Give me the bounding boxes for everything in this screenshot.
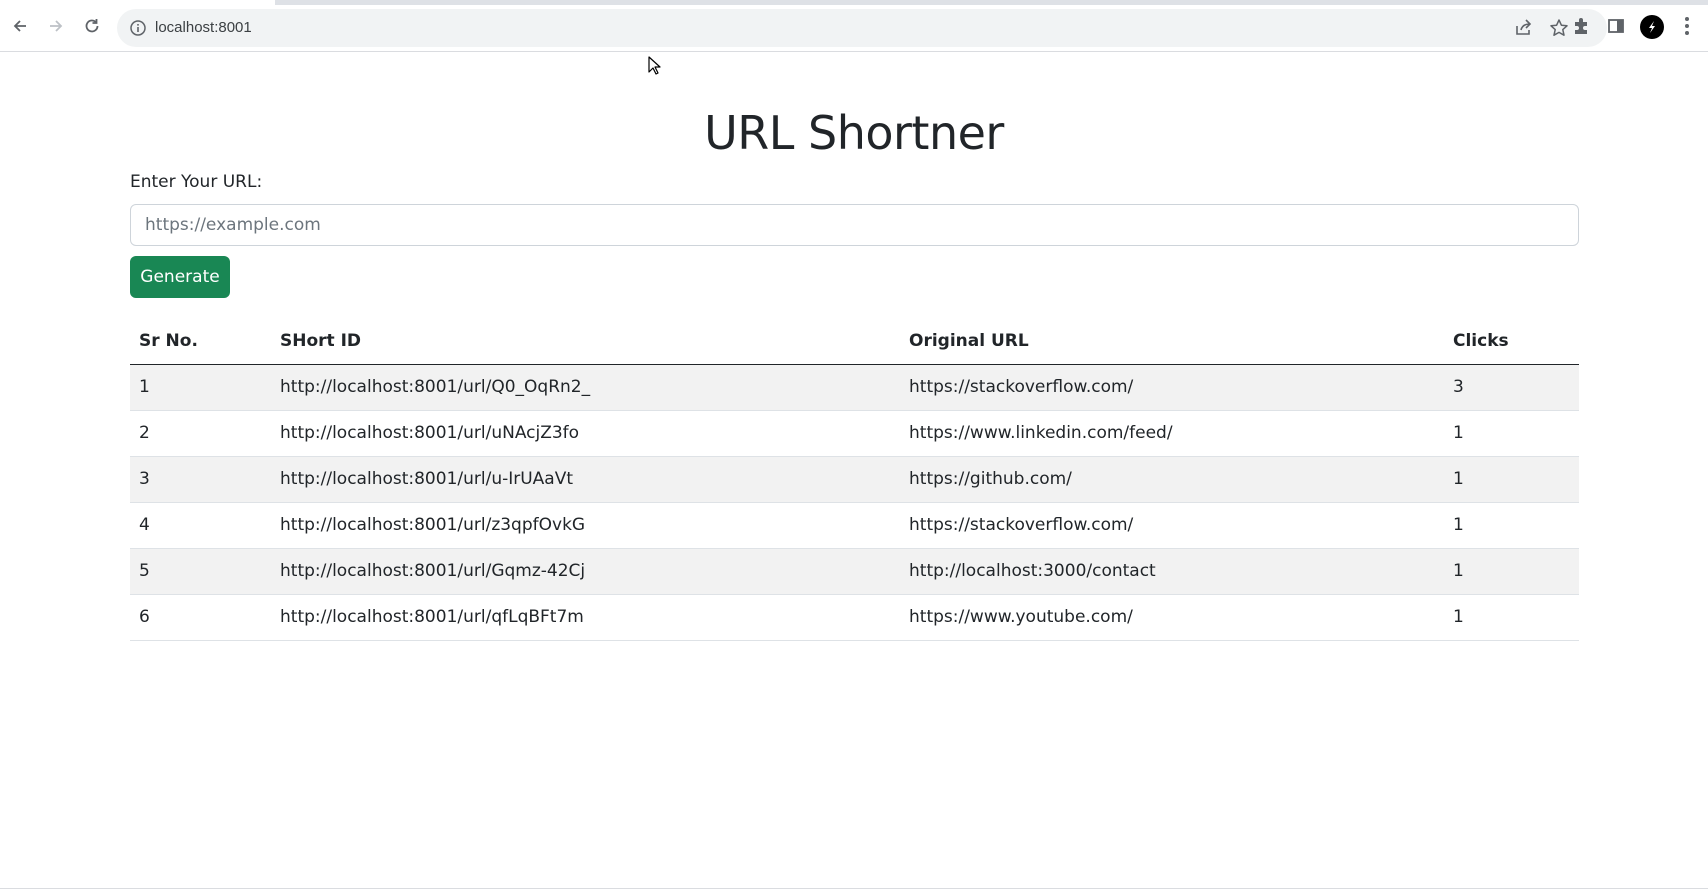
cell-short-id: http://localhost:8001/url/z3qpfOvkG <box>271 502 900 549</box>
table-row: 4 http://localhost:8001/url/z3qpfOvkG ht… <box>130 502 1579 549</box>
cell-clicks: 1 <box>1444 502 1579 549</box>
tab-strip-edge <box>275 0 1708 5</box>
cell-original-url: https://stackoverflow.com/ <box>900 502 1444 549</box>
cell-clicks: 3 <box>1444 364 1579 411</box>
cell-short-id: http://localhost:8001/url/uNAcjZ3fo <box>271 410 900 457</box>
cell-clicks: 1 <box>1444 410 1579 457</box>
generate-button[interactable]: Generate <box>130 256 230 298</box>
bookmark-star-icon[interactable] <box>1549 18 1569 38</box>
address-bar[interactable]: localhost:8001 <box>117 9 1607 47</box>
table-row: 1 http://localhost:8001/url/Q0_OqRn2_ ht… <box>130 364 1579 411</box>
site-info-icon[interactable] <box>129 19 147 37</box>
reload-button[interactable] <box>79 13 105 39</box>
reload-icon <box>85 19 99 33</box>
profile-avatar[interactable] <box>1640 15 1664 39</box>
cell-original-url: https://www.youtube.com/ <box>900 594 1444 641</box>
cell-sr: 1 <box>130 364 271 411</box>
table-header-row: Sr No. SHort ID Original URL Clicks <box>130 318 1579 365</box>
cell-sr: 5 <box>130 548 271 595</box>
cell-original-url: https://stackoverflow.com/ <box>900 364 1444 411</box>
url-input[interactable] <box>130 204 1579 246</box>
table-row: 3 http://localhost:8001/url/u-IrUAaVt ht… <box>130 456 1579 503</box>
cell-clicks: 1 <box>1444 594 1579 641</box>
share-icon[interactable] <box>1513 18 1533 38</box>
side-panel-icon <box>1608 19 1624 33</box>
forward-arrow-icon <box>50 20 63 32</box>
cell-short-id: http://localhost:8001/url/qfLqBFt7m <box>271 594 900 641</box>
url-input-label: Enter Your URL: <box>130 172 263 192</box>
cell-clicks: 1 <box>1444 456 1579 503</box>
cell-short-id: http://localhost:8001/url/Q0_OqRn2_ <box>271 364 900 411</box>
puzzle-icon <box>1575 18 1587 34</box>
cell-original-url: https://github.com/ <box>900 456 1444 503</box>
extensions-button[interactable] <box>1569 14 1593 38</box>
address-url[interactable]: localhost:8001 <box>155 19 252 36</box>
mouse-cursor-icon <box>648 56 661 75</box>
cell-sr: 3 <box>130 456 271 503</box>
cell-original-url: http://localhost:3000/contact <box>900 548 1444 595</box>
header-sr-no: Sr No. <box>130 318 271 365</box>
cell-sr: 4 <box>130 502 271 549</box>
header-original-url: Original URL <box>900 318 1444 365</box>
browser-menu-icon[interactable] <box>1682 14 1692 38</box>
side-panel-button[interactable] <box>1604 14 1628 38</box>
table-row: 5 http://localhost:8001/url/Gqmz-42Cj ht… <box>130 548 1579 595</box>
forward-button[interactable] <box>43 13 69 39</box>
header-short-id: SHort ID <box>271 318 900 365</box>
page-content: URL Shortner Enter Your URL: Generate Sr… <box>0 52 1708 890</box>
profile-logo-icon <box>1649 21 1655 33</box>
browser-toolbar: localhost:8001 <box>0 0 1708 52</box>
cell-short-id: http://localhost:8001/url/u-IrUAaVt <box>271 456 900 503</box>
cell-original-url: https://www.linkedin.com/feed/ <box>900 410 1444 457</box>
table-row: 2 http://localhost:8001/url/uNAcjZ3fo ht… <box>130 410 1579 457</box>
table-row: 6 http://localhost:8001/url/qfLqBFt7m ht… <box>130 594 1579 641</box>
cell-sr: 2 <box>130 410 271 457</box>
bottom-divider <box>0 888 1708 889</box>
page-title: URL Shortner <box>704 106 1004 160</box>
back-arrow-icon <box>13 20 26 32</box>
short-urls-table: Sr No. SHort ID Original URL Clicks 1 ht… <box>130 318 1579 641</box>
header-clicks: Clicks <box>1444 318 1579 365</box>
cell-sr: 6 <box>130 594 271 641</box>
back-button[interactable] <box>7 13 33 39</box>
cell-clicks: 1 <box>1444 548 1579 595</box>
cell-short-id: http://localhost:8001/url/Gqmz-42Cj <box>271 548 900 595</box>
